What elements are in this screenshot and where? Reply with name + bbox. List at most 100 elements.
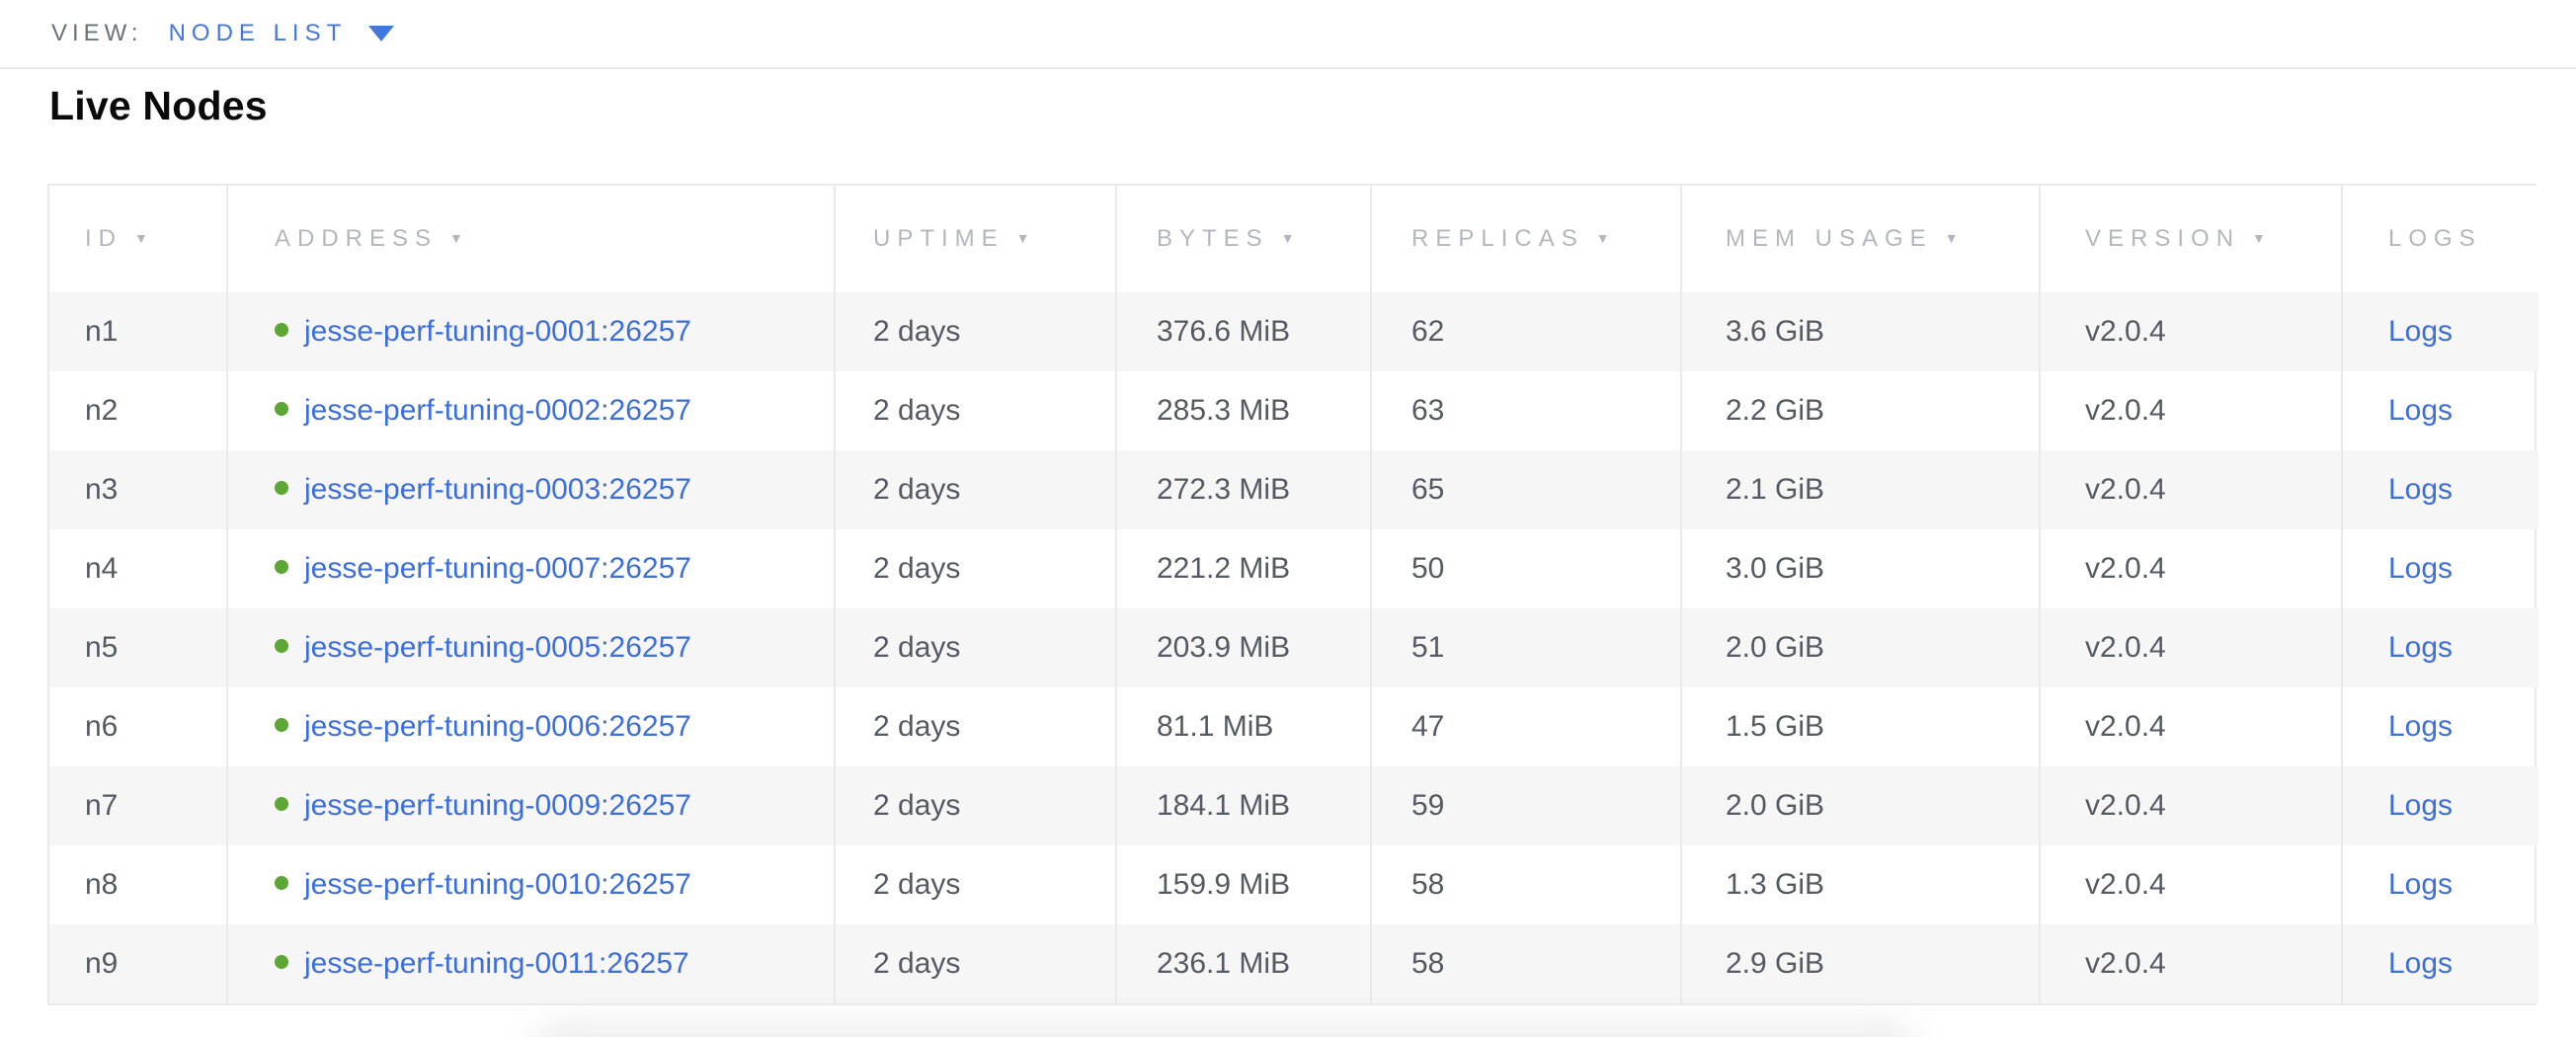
mem-cell: 2.0 GiB xyxy=(1681,608,2040,687)
version-cell: v2.0.4 xyxy=(2040,371,2342,450)
uptime-cell: 2 days xyxy=(835,371,1116,450)
column-header-label: UPTIME xyxy=(873,225,1005,252)
node-id-cell: n1 xyxy=(49,292,227,371)
mem-cell: 2.0 GiB xyxy=(1681,766,2040,845)
mem-cell: 2.2 GiB xyxy=(1681,371,2040,450)
address-cell: jesse-perf-tuning-0007:26257 xyxy=(227,529,835,608)
logs-link[interactable]: Logs xyxy=(2388,315,2453,348)
table-row: n1 jesse-perf-tuning-0001:26257 2 days376.… xyxy=(49,292,2538,371)
version-cell: v2.0.4 xyxy=(2040,687,2342,766)
page-title: Live Nodes xyxy=(49,83,268,129)
logs-link[interactable]: Logs xyxy=(2388,473,2453,506)
node-list-table: ID▼ADDRESS▼UPTIME▼BYTES▼REPLICAS▼MEM USA… xyxy=(49,186,2538,1003)
view-selected-value: NODE LIST xyxy=(169,20,348,47)
node-address-link[interactable]: jesse-perf-tuning-0011:26257 xyxy=(304,947,689,980)
mem-cell: 1.5 GiB xyxy=(1681,687,2040,766)
column-header-logs: LOGS xyxy=(2342,186,2538,292)
sort-arrow-icon: ▼ xyxy=(1016,230,1030,246)
table-row: n2jesse-perf-tuning-0002:262572 days285.… xyxy=(49,371,2538,450)
logs-link[interactable]: Logs xyxy=(2388,631,2453,664)
bytes-cell: 184.1 MiB xyxy=(1116,766,1371,845)
logs-cell: Logs xyxy=(2342,450,2538,529)
logs-cell: Logs xyxy=(2342,924,2538,1003)
node-address-link[interactable]: jesse-perf-tuning-0006:26257 xyxy=(304,710,691,743)
version-cell: v2.0.4 xyxy=(2040,450,2342,529)
column-header-mem[interactable]: MEM USAGE ▼ xyxy=(1681,186,2040,292)
column-header-version[interactable]: VERSION▼ xyxy=(2040,186,2342,292)
table-row: n6jesse-perf-tuning-0006:262572 days81.1… xyxy=(49,687,2538,766)
version-cell: v2.0.4 xyxy=(2040,845,2342,924)
view-bar: VIEW: NODE LIST xyxy=(0,0,2576,69)
table-row: n5jesse-perf-tuning-0005:262572 days203.… xyxy=(49,608,2538,687)
logs-link[interactable]: Logs xyxy=(2388,947,2453,980)
version-cell: v2.0.4 xyxy=(2040,766,2342,845)
node-id-cell: n4 xyxy=(49,529,227,608)
bytes-cell: 159.9 MiB xyxy=(1116,845,1371,924)
live-status-icon xyxy=(275,639,288,653)
column-header-label: ID xyxy=(85,225,122,252)
bytes-cell: 221.2 MiB xyxy=(1116,529,1371,608)
bytes-cell: 376.6 MiB xyxy=(1116,292,1371,371)
mem-cell: 1.3 GiB xyxy=(1681,845,2040,924)
address-cell: jesse-perf-tuning-0003:26257 xyxy=(227,450,835,529)
node-id-cell: n3 xyxy=(49,450,227,529)
node-id-cell: n5 xyxy=(49,608,227,687)
node-address-link[interactable]: jesse-perf-tuning-0005:26257 xyxy=(304,631,691,664)
replicas-cell: 58 xyxy=(1371,845,1681,924)
live-status-icon xyxy=(275,955,288,969)
uptime-cell: 2 days xyxy=(835,529,1116,608)
uptime-cell: 2 days xyxy=(835,292,1116,371)
replicas-cell: 58 xyxy=(1371,924,1681,1003)
logs-link[interactable]: Logs xyxy=(2388,552,2453,585)
node-id-cell: n6 xyxy=(49,687,227,766)
table-row: n7jesse-perf-tuning-0009:262572 days184.… xyxy=(49,766,2538,845)
node-address-link[interactable]: jesse-perf-tuning-0002:26257 xyxy=(304,394,691,427)
live-status-icon xyxy=(275,481,288,495)
node-address-link[interactable]: jesse-perf-tuning-0010:26257 xyxy=(304,868,691,901)
table-row: n9jesse-perf-tuning-0011:262572 days236.… xyxy=(49,924,2538,1003)
logs-cell: Logs xyxy=(2342,608,2538,687)
sort-arrow-icon: ▼ xyxy=(2252,230,2266,246)
address-cell: jesse-perf-tuning-0011:26257 xyxy=(227,924,835,1003)
replicas-cell: 65 xyxy=(1371,450,1681,529)
address-cell: jesse-perf-tuning-0006:26257 xyxy=(227,687,835,766)
column-header-uptime[interactable]: UPTIME ▼ xyxy=(835,186,1116,292)
view-selector[interactable]: NODE LIST xyxy=(169,20,395,47)
uptime-cell: 2 days xyxy=(835,608,1116,687)
replicas-cell: 50 xyxy=(1371,529,1681,608)
sort-arrow-icon: ▼ xyxy=(134,230,148,246)
replicas-cell: 47 xyxy=(1371,687,1681,766)
logs-link[interactable]: Logs xyxy=(2388,394,2453,427)
node-id-cell: n9 xyxy=(49,924,227,1003)
logs-link[interactable]: Logs xyxy=(2388,868,2453,901)
uptime-cell: 2 days xyxy=(835,766,1116,845)
uptime-cell: 2 days xyxy=(835,687,1116,766)
column-header-id[interactable]: ID ▼ xyxy=(49,186,227,292)
view-label: VIEW: xyxy=(51,20,143,47)
live-nodes-table: ID▼ADDRESS▼UPTIME▼BYTES▼REPLICAS▼MEM USA… xyxy=(47,184,2536,1005)
mem-cell: 2.9 GiB xyxy=(1681,924,2040,1003)
node-address-link[interactable]: jesse-perf-tuning-0009:26257 xyxy=(304,789,691,822)
version-cell: v2.0.4 xyxy=(2040,292,2342,371)
node-address-link[interactable]: jesse-perf-tuning-0001:26257 xyxy=(304,315,691,348)
logs-link[interactable]: Logs xyxy=(2388,789,2453,822)
replicas-cell: 63 xyxy=(1371,371,1681,450)
column-header-address[interactable]: ADDRESS▼ xyxy=(227,186,835,292)
column-header-label: MEM USAGE xyxy=(1726,225,1933,252)
below-fold-element-shadow xyxy=(533,1025,1916,1037)
live-status-icon xyxy=(275,876,288,890)
logs-link[interactable]: Logs xyxy=(2388,710,2453,743)
live-status-icon xyxy=(275,402,288,416)
live-status-icon xyxy=(275,560,288,574)
node-id-cell: n8 xyxy=(49,845,227,924)
table-row: n8jesse-perf-tuning-0010:262572 days159.… xyxy=(49,845,2538,924)
column-header-bytes[interactable]: BYTES▼ xyxy=(1116,186,1371,292)
sort-arrow-icon: ▼ xyxy=(1945,230,1959,246)
logs-cell: Logs xyxy=(2342,292,2538,371)
version-cell: v2.0.4 xyxy=(2040,529,2342,608)
column-header-replicas[interactable]: REPLICAS▼ xyxy=(1371,186,1681,292)
version-cell: v2.0.4 xyxy=(2040,608,2342,687)
node-address-link[interactable]: jesse-perf-tuning-0003:26257 xyxy=(304,473,691,506)
address-cell: jesse-perf-tuning-0010:26257 xyxy=(227,845,835,924)
node-address-link[interactable]: jesse-perf-tuning-0007:26257 xyxy=(304,552,691,585)
